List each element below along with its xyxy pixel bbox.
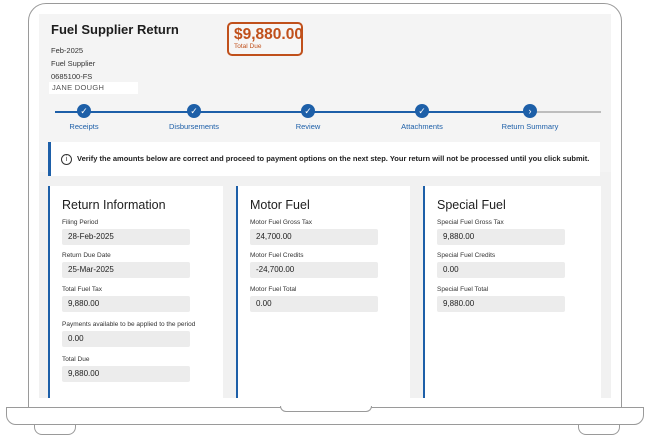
- motor-total-label: Motor Fuel Total: [250, 286, 297, 293]
- motor-credits-label: Motor Fuel Credits: [250, 252, 304, 259]
- chevron-right-icon[interactable]: ›: [523, 104, 537, 118]
- special-total-label: Special Fuel Total: [437, 286, 489, 293]
- screen: Fuel Supplier Return Feb-2025 Fuel Suppl…: [39, 14, 611, 398]
- due-date-field: 25-Mar-2025: [62, 262, 190, 278]
- card-title: Return Information: [62, 198, 166, 212]
- step-return-summary[interactable]: Return Summary: [485, 122, 575, 131]
- check-icon[interactable]: ✓: [415, 104, 429, 118]
- step-disbursements[interactable]: Disbursements: [149, 122, 239, 131]
- motor-gross-tax-field: 24,700.00: [250, 229, 378, 245]
- period-text: Feb-2025: [51, 46, 84, 55]
- special-fuel-card: Special Fuel Special Fuel Gross Tax 9,88…: [423, 186, 601, 398]
- total-fuel-tax-field: 9,880.00: [62, 296, 190, 312]
- payments-label: Payments available to be applied to the …: [62, 321, 196, 328]
- filing-period-label: Filing Period: [62, 219, 99, 226]
- motor-fuel-card: Motor Fuel Motor Fuel Gross Tax 24,700.0…: [236, 186, 410, 398]
- laptop-foot-left: [34, 424, 76, 435]
- total-due-amount: $9,880.00: [234, 26, 303, 43]
- laptop-foot-right: [578, 424, 620, 435]
- return-information-card: Return Information Filing Period 28-Feb-…: [48, 186, 223, 398]
- motor-gross-tax-label: Motor Fuel Gross Tax: [250, 219, 313, 226]
- check-icon[interactable]: ✓: [77, 104, 91, 118]
- motor-total-field: 0.00: [250, 296, 378, 312]
- stepper-track: [55, 111, 601, 113]
- supplier-type-text: Fuel Supplier: [51, 59, 96, 68]
- total-due-field-label: Total Due: [62, 356, 90, 363]
- special-gross-tax-field: 9,880.00: [437, 229, 565, 245]
- card-title: Motor Fuel: [250, 198, 310, 212]
- special-credits-label: Special Fuel Credits: [437, 252, 496, 259]
- special-credits-field: 0.00: [437, 262, 565, 278]
- alert-message: Verify the amounts below are correct and…: [77, 154, 590, 163]
- total-due-label: Total Due: [234, 43, 262, 50]
- taxpayer-name: JANE DOUGH: [49, 82, 138, 94]
- due-date-label: Return Due Date: [62, 252, 111, 259]
- special-gross-tax-label: Special Fuel Gross Tax: [437, 219, 504, 226]
- step-receipts[interactable]: Receipts: [39, 122, 129, 131]
- payments-field: 0.00: [62, 331, 190, 347]
- filing-period-field: 28-Feb-2025: [62, 229, 190, 245]
- motor-credits-field: -24,700.00: [250, 262, 378, 278]
- step-review[interactable]: Review: [263, 122, 353, 131]
- step-attachments[interactable]: Attachments: [377, 122, 467, 131]
- total-fuel-tax-label: Total Fuel Tax: [62, 286, 102, 293]
- account-id-text: 0685100-FS: [51, 72, 93, 81]
- stepper-track-remaining: [529, 111, 601, 113]
- info-icon: i: [61, 154, 72, 165]
- check-icon[interactable]: ✓: [187, 104, 201, 118]
- total-due-highlight: $9,880.00 Total Due: [227, 22, 303, 56]
- page-title: Fuel Supplier Return: [51, 22, 179, 37]
- special-total-field: 9,880.00: [437, 296, 565, 312]
- check-icon[interactable]: ✓: [301, 104, 315, 118]
- laptop-notch: [280, 406, 372, 412]
- total-due-field: 9,880.00: [62, 366, 190, 382]
- card-title: Special Fuel: [437, 198, 506, 212]
- info-alert: i Verify the amounts below are correct a…: [48, 142, 600, 176]
